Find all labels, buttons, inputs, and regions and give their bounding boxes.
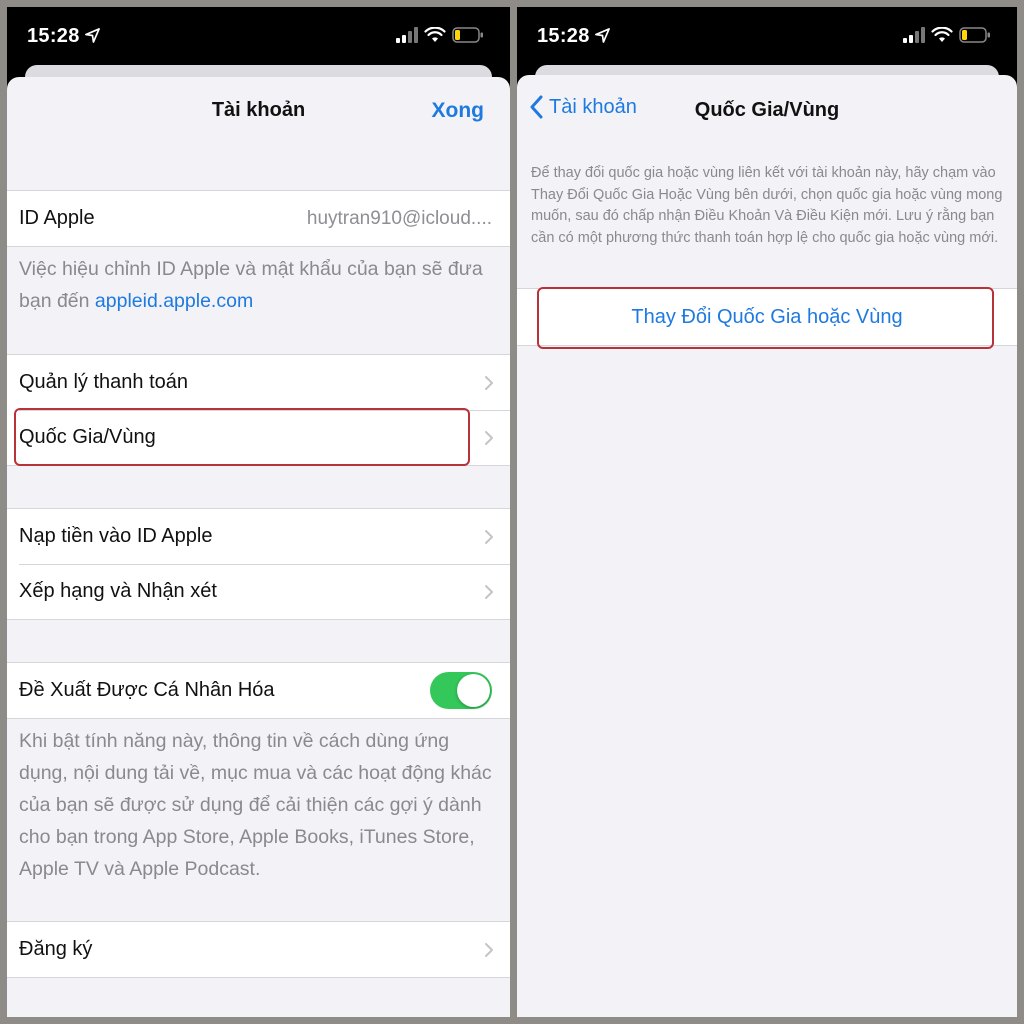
cellular-signal-icon bbox=[903, 27, 925, 43]
phone-screen-country-region: 15:28 Tài khoản Quốc Gia/Vùng Để thay đổ… bbox=[517, 7, 1017, 1017]
apple-id-value: huytran910@icloud.... bbox=[306, 207, 492, 229]
add-funds-label: Nạp tiền vào ID Apple bbox=[19, 525, 213, 547]
done-button[interactable]: Xong bbox=[432, 99, 485, 123]
manage-payment-label: Quản lý thanh toán bbox=[19, 371, 189, 393]
status-icons bbox=[396, 27, 492, 47]
cellular-signal-icon bbox=[396, 27, 418, 43]
subscriptions-label: Đăng ký bbox=[19, 938, 93, 960]
personalized-toggle[interactable] bbox=[430, 672, 492, 709]
personalized-label: Đề Xuất Được Cá Nhân Hóa bbox=[19, 679, 275, 701]
subscriptions-group: Đăng ký bbox=[7, 921, 510, 978]
change-country-region-button[interactable]: Thay Đổi Quốc Gia hoặc Vùng bbox=[517, 288, 1017, 346]
chevron-right-icon bbox=[485, 530, 493, 544]
chevron-right-icon bbox=[485, 431, 493, 445]
chevron-left-icon bbox=[530, 95, 543, 119]
back-button-label: Tài khoản bbox=[549, 95, 637, 118]
navigation-bar: Tài khoản Xong bbox=[7, 77, 510, 149]
apple-id-group: ID Apple huytran910@icloud.... bbox=[7, 190, 510, 247]
personalized-group: Đề Xuất Được Cá Nhân Hóa bbox=[7, 662, 510, 719]
add-funds-row[interactable]: Nạp tiền vào ID Apple bbox=[7, 509, 510, 564]
subscriptions-row[interactable]: Đăng ký bbox=[7, 922, 510, 977]
apple-id-note: Việc hiệu chỉnh ID Apple và mật khẩu của… bbox=[19, 253, 496, 317]
location-arrow-icon bbox=[85, 28, 100, 43]
personalized-note: Khi bật tính năng này, thông tin về cách… bbox=[19, 730, 492, 880]
status-time: 15:28 bbox=[537, 25, 590, 47]
ratings-reviews-row[interactable]: Xếp hạng và Nhận xét bbox=[7, 564, 510, 619]
ratings-reviews-label: Xếp hạng và Nhận xét bbox=[19, 580, 217, 602]
toggle-knob bbox=[457, 674, 490, 707]
funds-ratings-group: Nạp tiền vào ID Apple Xếp hạng và Nhận x… bbox=[7, 508, 510, 620]
account-sheet: Tài khoản Xong ID Apple huytran910@iclou… bbox=[7, 77, 510, 1017]
status-time: 15:28 bbox=[27, 25, 80, 47]
chevron-right-icon bbox=[485, 585, 493, 599]
wifi-icon bbox=[931, 27, 953, 42]
chevron-right-icon bbox=[485, 376, 493, 390]
payment-region-group: Quản lý thanh toán Quốc Gia/Vùng bbox=[7, 354, 510, 466]
back-button[interactable]: Tài khoản bbox=[529, 95, 637, 119]
apple-id-label: ID Apple bbox=[19, 207, 95, 229]
personalized-row: Đề Xuất Được Cá Nhân Hóa bbox=[7, 663, 510, 718]
page-title: Quốc Gia/Vùng bbox=[694, 99, 840, 121]
battery-icon bbox=[452, 27, 483, 43]
status-bar: 15:28 bbox=[7, 7, 510, 67]
status-icons bbox=[903, 27, 999, 47]
country-region-label: Quốc Gia/Vùng bbox=[19, 426, 156, 448]
apple-id-row[interactable]: ID Apple huytran910@icloud.... bbox=[7, 191, 510, 246]
chevron-right-icon bbox=[485, 943, 493, 957]
status-bar: 15:28 bbox=[517, 7, 1017, 67]
country-region-row[interactable]: Quốc Gia/Vùng bbox=[7, 410, 510, 465]
wifi-icon bbox=[424, 27, 446, 42]
navigation-bar: Tài khoản Quốc Gia/Vùng bbox=[517, 75, 1017, 147]
country-region-sheet: Tài khoản Quốc Gia/Vùng Để thay đổi quốc… bbox=[517, 75, 1017, 1017]
phone-screen-account: 15:28 Tài khoản Xong ID Apple huytran910… bbox=[7, 7, 510, 1017]
location-arrow-icon bbox=[595, 28, 610, 43]
battery-icon bbox=[959, 27, 990, 43]
appleid-link[interactable]: appleid.apple.com bbox=[95, 290, 253, 312]
country-change-info: Để thay đổi quốc gia hoặc vùng liên kết … bbox=[531, 165, 1003, 246]
change-country-region-label: Thay Đổi Quốc Gia hoặc Vùng bbox=[631, 305, 903, 328]
manage-payment-row[interactable]: Quản lý thanh toán bbox=[7, 355, 510, 410]
